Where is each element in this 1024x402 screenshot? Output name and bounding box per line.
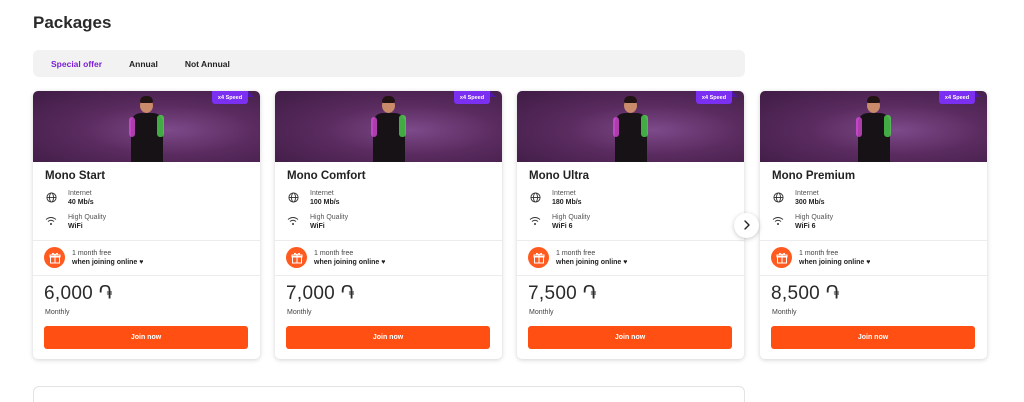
globe-icon — [772, 191, 784, 203]
feature-wifi: High Quality WiFi — [45, 213, 106, 231]
promo-offer: 1 month free when joining online ♥ — [286, 247, 385, 268]
globe-icon — [45, 191, 57, 203]
package-price: 7,000 ֏ — [286, 283, 355, 304]
page-title: Packages — [33, 13, 112, 32]
promo-line-2: when joining online ♥ — [314, 258, 386, 266]
gift-icon — [771, 247, 792, 268]
feature-value: 300 Mb/s — [795, 199, 825, 206]
feature-value: WiFi 6 — [795, 223, 816, 230]
divider — [517, 275, 744, 276]
package-price: 7,500 ֏ — [528, 283, 597, 304]
promo-line-1: 1 month free — [314, 249, 354, 257]
package-banner-image: x4 Speed — [275, 91, 502, 162]
feature-wifi: High Quality WiFi 6 — [529, 213, 590, 231]
package-name: Mono Start — [45, 170, 106, 182]
divider — [275, 275, 502, 276]
package-price: 6,000 ֏ — [44, 283, 113, 304]
gift-icon — [528, 247, 549, 268]
feature-value: WiFi 6 — [552, 223, 573, 230]
feature-value: 180 Mb/s — [552, 199, 582, 206]
feature-label: High Quality — [68, 214, 107, 221]
divider — [33, 240, 260, 241]
feature-label: Internet — [552, 190, 576, 197]
feature-value: 100 Mb/s — [310, 199, 340, 206]
feature-internet: Internet 300 Mb/s — [772, 189, 825, 207]
promo-person-image — [359, 91, 419, 162]
price-period: Monthly — [529, 309, 554, 316]
feature-label: Internet — [795, 190, 819, 197]
package-banner-image: x4 Speed — [760, 91, 987, 162]
package-tabs: Special offer Annual Not Annual — [33, 50, 745, 77]
feature-wifi: High Quality WiFi — [287, 213, 348, 231]
promo-offer: 1 month free when joining online ♥ — [44, 247, 143, 268]
speed-badge: x4 Speed — [454, 91, 490, 104]
package-price: 8,500 ֏ — [771, 283, 840, 304]
package-card: x4 Speed Mono Ultra Internet 180 Mb/s Hig… — [517, 91, 744, 359]
feature-wifi: High Quality WiFi 6 — [772, 213, 833, 231]
divider — [760, 275, 987, 276]
speed-badge: x4 Speed — [939, 91, 975, 104]
speed-badge: x4 Speed — [212, 91, 248, 104]
join-now-button[interactable]: Join now — [44, 326, 248, 349]
promo-line-1: 1 month free — [799, 249, 839, 257]
globe-icon — [287, 191, 299, 203]
gift-icon — [286, 247, 307, 268]
divider — [760, 240, 987, 241]
feature-label: High Quality — [310, 214, 349, 221]
promo-line-1: 1 month free — [72, 249, 112, 257]
promo-offer: 1 month free when joining online ♥ — [528, 247, 627, 268]
package-name: Mono Comfort — [287, 170, 366, 182]
package-card: x4 Speed Mono Comfort Internet 100 Mb/s H… — [275, 91, 502, 359]
carousel-next-button[interactable] — [734, 213, 759, 238]
promo-line-1: 1 month free — [556, 249, 596, 257]
promo-line-2: when joining online ♥ — [72, 258, 144, 266]
feature-value: WiFi — [68, 223, 83, 230]
promo-offer: 1 month free when joining online ♥ — [771, 247, 870, 268]
promo-person-image — [601, 91, 661, 162]
promo-line-2: when joining online ♥ — [556, 258, 628, 266]
chevron-right-icon — [743, 217, 751, 235]
package-banner-image: x4 Speed — [33, 91, 260, 162]
promo-person-image — [117, 91, 177, 162]
tab-special-offer[interactable]: Special offer — [51, 59, 102, 69]
feature-label: High Quality — [795, 214, 834, 221]
divider — [517, 240, 744, 241]
join-now-button[interactable]: Join now — [771, 326, 975, 349]
feature-internet: Internet 40 Mb/s — [45, 189, 94, 207]
globe-icon — [529, 191, 541, 203]
package-name: Mono Ultra — [529, 170, 590, 182]
speed-badge: x4 Speed — [696, 91, 732, 104]
price-period: Monthly — [772, 309, 797, 316]
gift-icon — [44, 247, 65, 268]
bottom-panel — [33, 386, 745, 402]
feature-value: WiFi — [310, 223, 325, 230]
promo-person-image — [844, 91, 904, 162]
feature-internet: Internet 100 Mb/s — [287, 189, 340, 207]
feature-value: 40 Mb/s — [68, 199, 94, 206]
wifi-icon — [529, 215, 541, 227]
feature-label: Internet — [68, 190, 92, 197]
tab-annual[interactable]: Annual — [129, 59, 158, 69]
package-card: x4 Speed Mono Premium Internet 300 Mb/s H… — [760, 91, 987, 359]
join-now-button[interactable]: Join now — [286, 326, 490, 349]
feature-label: Internet — [310, 190, 334, 197]
wifi-icon — [287, 215, 299, 227]
wifi-icon — [45, 215, 57, 227]
feature-internet: Internet 180 Mb/s — [529, 189, 582, 207]
price-period: Monthly — [45, 309, 70, 316]
package-card: x4 Speed Mono Start Internet 40 Mb/s High… — [33, 91, 260, 359]
join-now-button[interactable]: Join now — [528, 326, 732, 349]
tab-not-annual[interactable]: Not Annual — [185, 59, 230, 69]
price-period: Monthly — [287, 309, 312, 316]
feature-label: High Quality — [552, 214, 591, 221]
package-name: Mono Premium — [772, 170, 856, 182]
promo-line-2: when joining online ♥ — [799, 258, 871, 266]
divider — [33, 275, 260, 276]
wifi-icon — [772, 215, 784, 227]
divider — [275, 240, 502, 241]
package-banner-image: x4 Speed — [517, 91, 744, 162]
